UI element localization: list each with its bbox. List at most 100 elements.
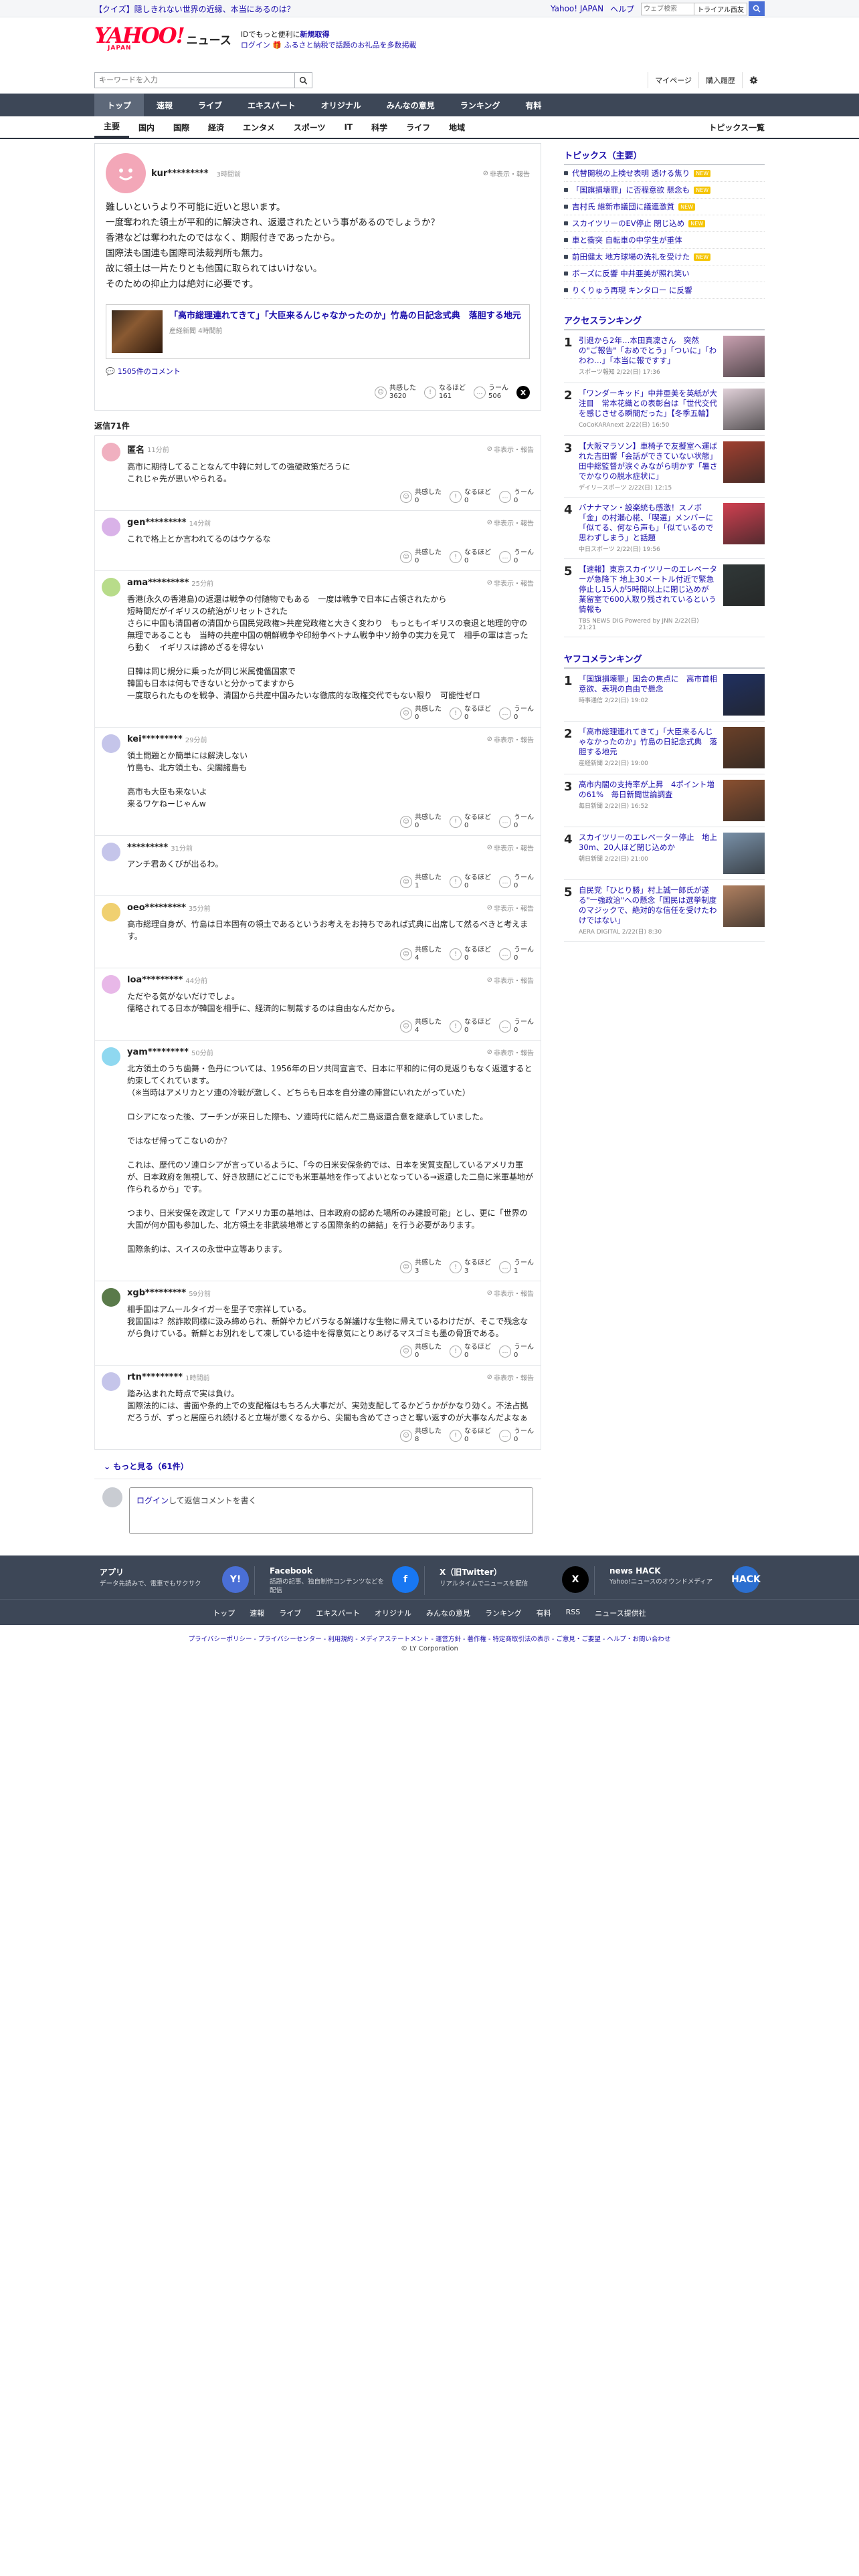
- hide-report-link[interactable]: ⊘ 非表示・報告: [487, 843, 534, 853]
- footer-nav-item[interactable]: エキスパート: [316, 1608, 360, 1618]
- empathy-button[interactable]: ☺ 共感した 4: [400, 946, 442, 962]
- hmm-button[interactable]: … うーん 1: [499, 1259, 534, 1275]
- gnav-item[interactable]: トップ: [94, 94, 145, 116]
- mypage-link[interactable]: マイページ: [648, 72, 698, 88]
- footer-nav-item[interactable]: RSS: [566, 1608, 581, 1618]
- ranking-item[interactable]: 2 「高市総理連れてきて」「大臣来るんじゃなかったのか」竹島の日記念式典 落胆する…: [564, 722, 765, 774]
- topic-item[interactable]: スカイツリーのEV停止 閉じ込め NEW: [564, 215, 765, 232]
- insight-button[interactable]: ! なるほど 0: [450, 1344, 491, 1360]
- login-link[interactable]: ログイン 🎁 ふるさと納税で話題のお礼品を多数掲載: [241, 40, 417, 51]
- ranking-title[interactable]: 自民党「ひとり勝」村上誠一郎氏が遂る"一強政治"への懸念「国民は選挙制度のマジッ…: [579, 885, 718, 926]
- category-tab[interactable]: ライフ: [397, 116, 440, 138]
- ranking-item[interactable]: 5 【速報】東京スカイツリーのエレベーターが急降下 地上30メートル付近で緊急停止…: [564, 559, 765, 637]
- hide-report-link[interactable]: ⊘ 非表示・報告: [487, 1288, 534, 1298]
- category-tab[interactable]: 国内: [129, 116, 164, 138]
- footer-nav-item[interactable]: ニュース提供社: [595, 1608, 646, 1618]
- insight-button[interactable]: ! なるほど 0: [450, 706, 491, 722]
- topic-title[interactable]: 吉村氏 維新市議団に議連激質: [572, 201, 674, 212]
- topic-title[interactable]: りくりゅう再現 キンタロー に反響: [572, 285, 692, 296]
- ranking-title[interactable]: 引退から2年…本田真凜さん 突然の"ご報告"「おめでとう」「ついに」「わわわ…」…: [579, 336, 718, 366]
- ranking-item[interactable]: 3 高市内閣の支持率が上昇 4ポイント増の61% 毎日新聞世論調査 毎日新聞 2/2…: [564, 774, 765, 827]
- insight-button[interactable]: ! なるほど 0: [450, 814, 491, 830]
- footer-nav-item[interactable]: ランキング: [485, 1608, 522, 1618]
- yahoo-comment-ranking-heading[interactable]: ヤフコメランキング: [564, 652, 765, 669]
- gnav-item[interactable]: 速報: [144, 94, 185, 116]
- gnav-item[interactable]: エキスパート: [235, 94, 308, 116]
- quiz-link[interactable]: 【クイズ】隠しきれない世界の近縁、本当にあるのは？: [94, 3, 295, 15]
- topic-title[interactable]: 代替開税の上検せ表明 透ける焦り: [572, 168, 690, 179]
- insight-button[interactable]: ! なるほど 0: [450, 549, 491, 565]
- topic-item[interactable]: ボーズに反響 中井亜美が照れ笑い: [564, 265, 765, 282]
- reply-username[interactable]: oeo*********: [127, 903, 186, 913]
- ranking-item[interactable]: 4 バナナマン・設楽統も感激！スノボ「金」の村瀬心椛、「喫選」メンバーに「似てる、…: [564, 498, 765, 559]
- insight-button[interactable]: ! なるほど 0: [450, 1428, 491, 1444]
- category-tab[interactable]: 地域: [440, 116, 474, 138]
- insight-button[interactable]: ! なるほど 0: [450, 489, 491, 505]
- topic-item[interactable]: りくりゅう再現 キンタロー に反響: [564, 282, 765, 299]
- reply-username[interactable]: yam*********: [127, 1047, 189, 1057]
- hide-report-link[interactable]: ⊘ 非表示・報告: [487, 1372, 534, 1382]
- hide-report-link[interactable]: ⊘ 非表示・報告: [483, 169, 530, 179]
- reply-username[interactable]: xgb*********: [127, 1288, 186, 1298]
- footer-app-link[interactable]: X（旧Twitter） リアルタイムでニュースを配信 X: [434, 1566, 595, 1595]
- category-tab[interactable]: 主要: [94, 116, 130, 138]
- keyword-input[interactable]: [94, 72, 295, 88]
- insight-button[interactable]: ! なるほど 0: [450, 874, 491, 890]
- topic-title[interactable]: 「国旗損壊罪」に否程意欲 懸念も: [572, 185, 690, 195]
- ranking-title[interactable]: スカイツリーのエレベーター停止 地上30m、20人ほど閉じ込めか: [579, 833, 718, 853]
- x-share-icon[interactable]: X: [516, 386, 530, 399]
- footer-app-link[interactable]: Facebook 話題の記事、独自制作コンテンツなどを配信 f: [264, 1566, 425, 1595]
- footer-app-link[interactable]: news HACK Yahoo!ニュースのオウンドメディア HACK: [604, 1566, 765, 1595]
- reply-username[interactable]: rtn*********: [127, 1372, 183, 1382]
- yahoo-logo[interactable]: YAHOO! JAPAN: [94, 25, 185, 51]
- gnav-item[interactable]: 有料: [512, 94, 554, 116]
- related-article[interactable]: 「高市総理連れてきて」「大臣来るんじゃなかったのか」竹島の日記念式典 落胆する地…: [106, 304, 530, 359]
- comments-count-link[interactable]: 💬 1505件のコメント: [106, 366, 530, 377]
- empathy-button[interactable]: ☺ 共感した 0: [400, 814, 442, 830]
- footer-nav-item[interactable]: みんなの意見: [426, 1608, 470, 1618]
- footer-nav-item[interactable]: 有料: [537, 1608, 551, 1618]
- hmm-button[interactable]: … うーん 0: [499, 549, 534, 565]
- gnav-item[interactable]: みんなの意見: [374, 94, 448, 116]
- empathy-button[interactable]: ☺ 共感した 3620: [375, 385, 416, 401]
- news-section-title[interactable]: ニュース: [187, 31, 231, 47]
- ranking-item[interactable]: 1 「国旗損壊罪」国会の焦点に 高市首相意欲、表現の自由で懸念 時事通信 2/22(…: [564, 669, 765, 722]
- gnav-item[interactable]: ライブ: [185, 94, 235, 116]
- empathy-button[interactable]: ☺ 共感した 0: [400, 706, 442, 722]
- hide-report-link[interactable]: ⊘ 非表示・報告: [487, 444, 534, 454]
- reply-username[interactable]: gen*********: [127, 518, 187, 528]
- category-tab[interactable]: IT: [335, 116, 362, 138]
- hmm-button[interactable]: … うーん 0: [499, 1018, 534, 1035]
- settings-button[interactable]: [742, 72, 765, 88]
- keyword-search-button[interactable]: [295, 72, 312, 88]
- gnav-item[interactable]: ランキング: [448, 94, 513, 116]
- topic-item[interactable]: 前田健太 地方球場の洗礼を受けた NEW: [564, 249, 765, 265]
- web-search-button[interactable]: [749, 1, 765, 16]
- footer-nav-item[interactable]: オリジナル: [375, 1608, 411, 1618]
- article-title[interactable]: 「高市総理連れてきて」「大臣来るんじゃなかったのか」竹島の日記念式典 落胆する地…: [169, 310, 521, 322]
- hide-report-link[interactable]: ⊘ 非表示・報告: [487, 518, 534, 528]
- comment-username[interactable]: kur*********: [151, 169, 209, 179]
- empathy-button[interactable]: ☺ 共感した 3: [400, 1259, 442, 1275]
- ranking-title[interactable]: 「ワンダーキッド」中井亜美を英紙が大注目 常本花織との表彰台は「世代交代を感じさ…: [579, 389, 718, 419]
- ranking-title[interactable]: 「国旗損壊罪」国会の焦点に 高市首相意欲、表現の自由で懸念: [579, 674, 718, 694]
- reply-username[interactable]: *********: [127, 843, 168, 853]
- help-link[interactable]: ヘルプ: [610, 3, 634, 15]
- register-link[interactable]: 新規取得: [300, 30, 330, 39]
- ranking-item[interactable]: 3 【大阪マラソン】車椅子で友擬室へ運ばれた吉田響「会話ができていない状態」田中総…: [564, 436, 765, 498]
- empathy-button[interactable]: ☺ 共感した 8: [400, 1428, 442, 1444]
- ranking-item[interactable]: 5 自民党「ひとり勝」村上誠一郎氏が遂る"一強政治"への懸念「国民は選挙制度のマジ…: [564, 880, 765, 942]
- topic-item[interactable]: 代替開税の上検せ表明 透ける焦り NEW: [564, 165, 765, 182]
- hide-report-link[interactable]: ⊘ 非表示・報告: [487, 1047, 534, 1057]
- category-tab[interactable]: 経済: [199, 116, 233, 138]
- footer-app-link[interactable]: アプリ データ先読みで、電車でもサクサク Y!: [94, 1566, 255, 1595]
- hide-report-link[interactable]: ⊘ 非表示・報告: [487, 578, 534, 588]
- ranking-item[interactable]: 1 引退から2年…本田真凜さん 突然の"ご報告"「おめでとう」「ついに」「わわわ……: [564, 330, 765, 383]
- hmm-button[interactable]: … うーん 0: [499, 946, 534, 962]
- empathy-button[interactable]: ☺ 共感した 0: [400, 489, 442, 505]
- ranking-item[interactable]: 2 「ワンダーキッド」中井亜美を英紙が大注目 常本花織との表彰台は「世代交代を感じ…: [564, 383, 765, 436]
- show-more-replies[interactable]: ⌄ もっと見る（61件）: [104, 1461, 541, 1472]
- ranking-title[interactable]: バナナマン・設楽統も感激！スノボ「金」の村瀬心椛、「喫選」メンバーに「似てる、何…: [579, 503, 718, 543]
- login-link[interactable]: ログイン: [136, 1496, 169, 1505]
- ranking-title[interactable]: 「高市総理連れてきて」「大臣来るんじゃなかったのか」竹島の日記念式典 落胆する地…: [579, 727, 718, 757]
